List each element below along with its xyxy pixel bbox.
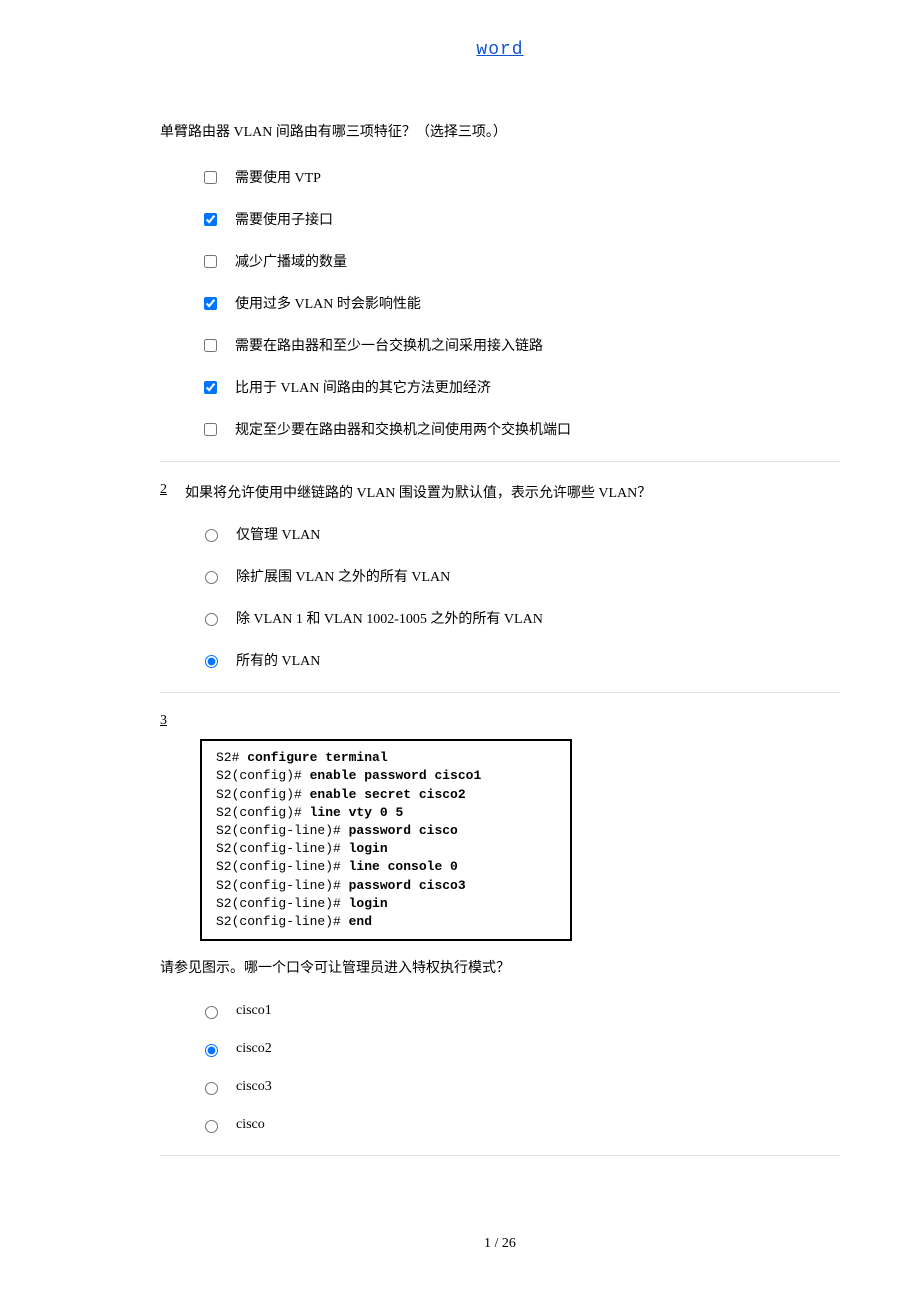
q2-option-label-1: 除扩展围 VLAN 之外的所有 VLAN (236, 566, 450, 586)
page-footer: 1 / 26 (160, 1236, 840, 1252)
code-line-1: S2(config)# enable password cisco1 (216, 767, 556, 785)
q3-option-label-0: cisco1 (236, 1003, 272, 1019)
q3-radio-0[interactable] (205, 1006, 218, 1019)
code-line-5: S2(config-line)# login (216, 840, 556, 858)
code-cmd-1: enable password cisco1 (310, 768, 482, 783)
divider-3 (160, 1155, 840, 1156)
q2-option-label-3: 所有的 VLAN (236, 650, 320, 670)
q1-text: 单臂路由器 VLAN 间路由有哪三项特征？（选择三项。） (160, 120, 840, 145)
code-prompt-8: S2(config-line)# (216, 896, 349, 911)
q1-options: 需要使用 VTP 需要使用子接口减少广播域的数量使用过多 VLAN 时会影响性能需… (160, 167, 840, 439)
q1-checkbox-5[interactable] (204, 381, 217, 394)
q1-option-label-1: 需要使用子接口 (235, 209, 333, 229)
q2-option-0: 仅管理 VLAN (160, 524, 840, 544)
code-line-3: S2(config)# line vty 0 5 (216, 804, 556, 822)
question-3: 3 S2# configure terminalS2(config)# enab… (160, 713, 840, 1133)
q3-options: cisco1 cisco2 cisco3 cisco (160, 1003, 840, 1133)
code-prompt-9: S2(config-line)# (216, 914, 349, 929)
code-cmd-4: password cisco (349, 823, 458, 838)
q3-code-box: S2# configure terminalS2(config)# enable… (200, 739, 572, 941)
q1-checkbox-6[interactable] (204, 423, 217, 436)
code-cmd-8: login (349, 896, 388, 911)
q3-option-2: cisco3 (160, 1079, 840, 1095)
code-line-2: S2(config)# enable secret cisco2 (216, 786, 556, 804)
header: word (160, 40, 840, 60)
q1-checkbox-3[interactable] (204, 297, 217, 310)
q2-option-1: 除扩展围 VLAN 之外的所有 VLAN (160, 566, 840, 586)
code-line-8: S2(config-line)# login (216, 895, 556, 913)
q2-radio-3[interactable] (205, 655, 218, 668)
code-cmd-0: configure terminal (247, 750, 387, 765)
q1-option-3: 使用过多 VLAN 时会影响性能 (160, 293, 840, 313)
q2-text: 如果将允许使用中继链路的 VLAN 围设置为默认值，表示允许哪些 VLAN？ (185, 482, 651, 502)
code-prompt-5: S2(config-line)# (216, 841, 349, 856)
q3-option-0: cisco1 (160, 1003, 840, 1019)
code-prompt-0: S2# (216, 750, 247, 765)
q2-option-2: 除 VLAN 1 和 VLAN 1002-1005 之外的所有 VLAN (160, 608, 840, 628)
q1-option-label-2: 减少广播域的数量 (235, 251, 347, 271)
q1-option-2: 减少广播域的数量 (160, 251, 840, 271)
q1-option-label-4: 需要在路由器和至少一台交换机之间采用接入链路 (235, 335, 543, 355)
q3-option-label-1: cisco2 (236, 1041, 272, 1057)
question-2: 2 如果将允许使用中继链路的 VLAN 围设置为默认值，表示允许哪些 VLAN？… (160, 482, 840, 670)
q3-radio-3[interactable] (205, 1120, 218, 1133)
q1-checkbox-0[interactable] (204, 171, 217, 184)
code-prompt-4: S2(config-line)# (216, 823, 349, 838)
q2-radio-0[interactable] (205, 529, 218, 542)
q1-checkbox-2[interactable] (204, 255, 217, 268)
q1-option-label-6: 规定至少要在路由器和交换机之间使用两个交换机端口 (235, 419, 571, 439)
code-line-7: S2(config-line)# password cisco3 (216, 877, 556, 895)
code-cmd-9: end (349, 914, 372, 929)
code-line-9: S2(config-line)# end (216, 913, 556, 931)
q1-option-5: 比用于 VLAN 间路由的其它方法更加经济 (160, 377, 840, 397)
code-prompt-3: S2(config)# (216, 805, 310, 820)
q1-option-0: 需要使用 VTP (160, 167, 840, 187)
q1-option-6: 规定至少要在路由器和交换机之间使用两个交换机端口 (160, 419, 840, 439)
code-prompt-2: S2(config)# (216, 787, 310, 802)
code-cmd-2: enable secret cisco2 (310, 787, 466, 802)
q3-option-1: cisco2 (160, 1041, 840, 1057)
divider-1 (160, 461, 840, 462)
q1-checkbox-1[interactable] (204, 213, 217, 226)
header-link[interactable]: word (476, 40, 523, 60)
code-prompt-1: S2(config)# (216, 768, 310, 783)
q2-option-3: 所有的 VLAN (160, 650, 840, 670)
code-cmd-7: password cisco3 (349, 878, 466, 893)
q2-radio-1[interactable] (205, 571, 218, 584)
code-line-0: S2# configure terminal (216, 749, 556, 767)
q1-option-label-5: 比用于 VLAN 间路由的其它方法更加经济 (235, 377, 491, 397)
q2-options: 仅管理 VLAN 除扩展围 VLAN 之外的所有 VLAN 除 VLAN 1 和 V… (160, 524, 840, 670)
question-1: 单臂路由器 VLAN 间路由有哪三项特征？（选择三项。） 需要使用 VTP需要使… (160, 120, 840, 439)
divider-2 (160, 692, 840, 693)
q3-option-label-2: cisco3 (236, 1079, 272, 1095)
q3-text: 请参见图示。哪一个口令可让管理员进入特权执行模式？ (160, 956, 840, 981)
code-prompt-7: S2(config-line)# (216, 878, 349, 893)
q2-radio-2[interactable] (205, 613, 218, 626)
code-prompt-6: S2(config-line)# (216, 859, 349, 874)
q2-option-label-2: 除 VLAN 1 和 VLAN 1002-1005 之外的所有 VLAN (236, 608, 543, 628)
q1-option-1: 需要使用子接口 (160, 209, 840, 229)
q3-option-label-3: cisco (236, 1117, 265, 1133)
code-cmd-3: line vty 0 5 (310, 805, 404, 820)
q2-number: 2 (160, 482, 167, 498)
q3-radio-1[interactable] (205, 1044, 218, 1057)
q1-option-label-0: 需要使用 VTP (235, 167, 321, 187)
code-line-4: S2(config-line)# password cisco (216, 822, 556, 840)
q3-radio-2[interactable] (205, 1082, 218, 1095)
code-cmd-5: login (349, 841, 388, 856)
q1-option-4: 需要在路由器和至少一台交换机之间采用接入链路 (160, 335, 840, 355)
q2-option-label-0: 仅管理 VLAN (236, 524, 320, 544)
code-line-6: S2(config-line)# line console 0 (216, 858, 556, 876)
q1-checkbox-4[interactable] (204, 339, 217, 352)
q3-number: 3 (160, 713, 167, 729)
code-cmd-6: line console 0 (349, 859, 458, 874)
q1-option-label-3: 使用过多 VLAN 时会影响性能 (235, 293, 421, 313)
q3-option-3: cisco (160, 1117, 840, 1133)
